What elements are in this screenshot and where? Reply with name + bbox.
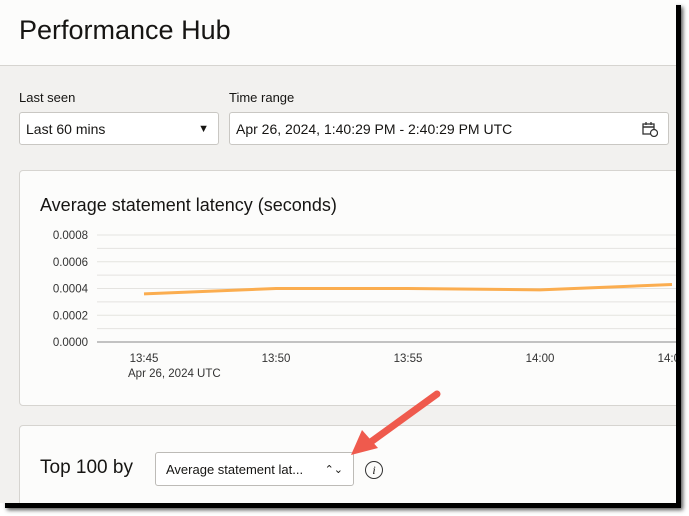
annotation-arrow [351,390,441,455]
